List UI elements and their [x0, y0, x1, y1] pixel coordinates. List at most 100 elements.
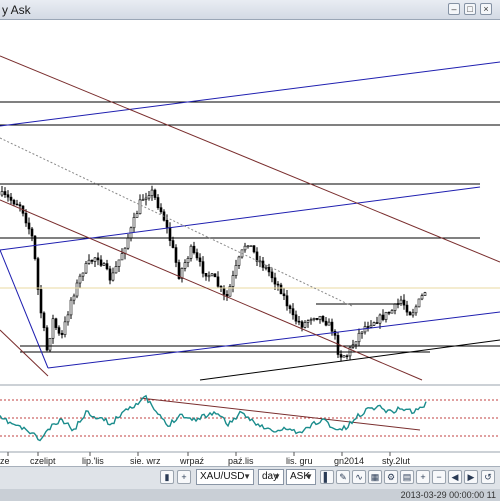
candle-body [324, 320, 328, 326]
crosshair-icon[interactable]: + [177, 470, 191, 484]
candle-body [174, 247, 178, 263]
candle-body [135, 213, 139, 218]
candle-body [312, 318, 316, 320]
drawing-icon[interactable]: ✎ [336, 470, 350, 484]
candle-body [144, 197, 148, 200]
candle-body [189, 245, 193, 259]
candle-body [207, 275, 211, 278]
candle-body [321, 315, 325, 322]
candle-body [345, 355, 349, 358]
x-axis-label: paź.lis [228, 456, 254, 466]
candle-body [408, 311, 412, 316]
candle-body [279, 284, 283, 295]
candle-body [258, 260, 262, 263]
candle-body [249, 245, 253, 248]
candle-body [291, 308, 295, 316]
candle-body [402, 299, 406, 306]
candle-body [276, 283, 280, 286]
candle-body [153, 189, 157, 198]
period-select[interactable]: day ▼ [258, 469, 284, 485]
candle-body [156, 197, 160, 208]
candle-body [87, 259, 91, 264]
candle-body [72, 295, 76, 301]
candle-body [318, 315, 322, 320]
candle-body [246, 245, 250, 248]
candle-body [186, 258, 190, 263]
x-axis-label: sty.2lut [382, 456, 410, 466]
candle-body [30, 228, 34, 237]
candle-body [210, 273, 214, 277]
scroll-left-button[interactable]: ◀ [448, 470, 462, 484]
candle-body [288, 305, 292, 309]
candle-body [360, 331, 364, 334]
print-icon[interactable]: ▤ [400, 470, 414, 484]
zoom-out-button[interactable]: − [432, 470, 446, 484]
candle-body [168, 227, 172, 241]
candle-body [108, 268, 112, 281]
candle-body [285, 295, 289, 307]
status-datetime: 2013-03-29 00:00:00 11 [400, 490, 496, 500]
instrument-select[interactable]: XAU/USD ▼ [196, 469, 254, 485]
candle-body [99, 259, 103, 266]
candle-body [252, 245, 256, 253]
candle-body [90, 259, 94, 262]
side-select[interactable]: ASK ▼ [286, 469, 316, 485]
candle-body [354, 341, 358, 346]
candle-body [105, 263, 109, 270]
candle-body [24, 212, 28, 224]
candle-body [375, 322, 379, 324]
candle-body [57, 327, 61, 334]
template-icon[interactable]: ▦ [368, 470, 382, 484]
indicator-icon[interactable]: ∿ [352, 470, 366, 484]
candle-body [96, 257, 100, 261]
candle-body [393, 303, 397, 311]
candle-body [417, 298, 421, 308]
candle-body [84, 263, 88, 274]
candle-body [369, 324, 373, 328]
candle-body [309, 319, 313, 322]
chart-type-icon[interactable]: ▮ [160, 470, 174, 484]
candle-body [273, 277, 277, 285]
candle-body [33, 235, 37, 259]
candle-body [138, 199, 142, 215]
candle-body [420, 295, 424, 300]
candle-body [69, 299, 73, 316]
candle-body [102, 263, 106, 266]
scroll-right-button[interactable]: ▶ [464, 470, 478, 484]
candle-body [36, 258, 40, 290]
candle-body [18, 204, 22, 207]
candle-body [45, 327, 49, 351]
candle-body [405, 304, 409, 313]
zoom-in-button[interactable]: + [416, 470, 430, 484]
chart-area[interactable]: ze czelipt lip.'lis sie. wrz wrpaź paź.lis lis… [0, 0, 500, 466]
candle-body [423, 292, 427, 296]
candle-body [9, 196, 13, 201]
chart-toolbar: ▮ + XAU/USD ▼ day ▼ ASK ▼ ▌ ✎ ∿ ▦ ⚙ ▤ + − ◀… [0, 467, 500, 489]
candle-body [300, 321, 304, 328]
candle-body [120, 253, 124, 261]
candle-icon[interactable]: ▌ [320, 470, 334, 484]
candle-body [93, 257, 97, 262]
candle-body [27, 222, 31, 230]
candle-body [42, 312, 46, 329]
candle-body [159, 207, 163, 213]
candle-body [342, 355, 346, 358]
candle-body [195, 252, 199, 259]
candle-body [165, 220, 169, 228]
candle-body [63, 321, 67, 335]
candle-body [150, 189, 154, 196]
candle-body [306, 320, 310, 323]
candle-body [183, 262, 187, 269]
candle-body [234, 265, 238, 276]
candle-body [267, 266, 271, 273]
candle-body [117, 259, 121, 267]
candle-body [414, 306, 418, 314]
x-axis-label: sie. wrz [130, 456, 161, 466]
settings-icon[interactable]: ⚙ [384, 470, 398, 484]
candle-body [216, 276, 220, 287]
reset-icon[interactable]: ↺ [481, 470, 495, 484]
candle-body [147, 195, 151, 199]
x-axis-label: lis. gru [286, 456, 313, 466]
candle-body [6, 194, 10, 198]
candle-body [222, 287, 226, 295]
